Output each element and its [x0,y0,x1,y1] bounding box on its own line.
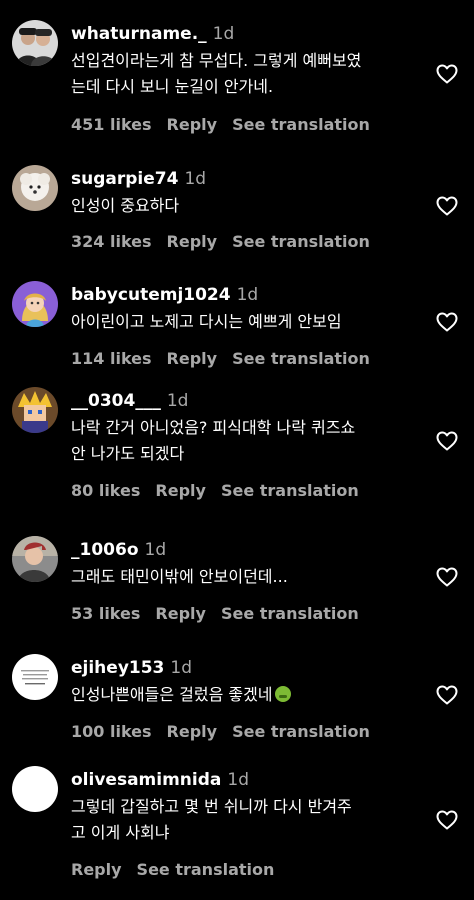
comment-time: 1d [212,24,235,44]
comment-header: _1006o 1d [71,536,421,564]
cartoon-girl-avatar-icon [12,281,58,327]
comment-time: 1d [166,391,189,411]
see-translation-button[interactable]: See translation [137,860,275,879]
user-avatar[interactable] [12,536,58,582]
see-translation-button[interactable]: See translation [232,722,370,741]
username-link[interactable]: sugarpie74 [71,169,178,189]
comment-header: whaturname._ 1d [71,20,421,48]
heart-outline-icon[interactable] [435,62,459,86]
comment-text-line: 안 나가도 되겠다 [71,444,185,463]
comment-text: 인성이 중요하다 [71,193,421,219]
see-translation-button[interactable]: See translation [232,232,370,251]
two-people-photo-avatar-icon [12,20,58,66]
comment-text-line: 그래도 태민이밖에 안보이던데... [71,567,288,586]
comment-actions: 100 likes Reply See translation [71,719,370,745]
comment-time: 1d [227,770,249,790]
user-avatar[interactable] [12,20,58,66]
heart-outline-icon[interactable] [435,310,459,334]
heart-outline-icon[interactable] [435,683,459,707]
reply-button[interactable]: Reply [167,232,218,251]
username-link[interactable]: whaturname._ [71,24,207,44]
comment-header: sugarpie74 1d [71,165,421,193]
user-avatar[interactable] [12,654,58,700]
user-avatar[interactable] [12,766,58,812]
comment-header: babycutemj1024 1d [71,281,421,309]
comment-time: 1d [184,169,207,189]
comment-text: 인성나쁜애들은 걸렀음 좋겠네 [71,682,421,708]
likes-count[interactable]: 100 likes [71,722,152,741]
reply-button[interactable]: Reply [167,115,218,134]
comment-text-line: 그렇데 갑질하고 몇 번 쉬니까 다시 반겨주 [71,797,352,816]
comment-text-line: 아이린이고 노제고 다시는 예쁘게 안보임 [71,312,342,331]
reply-button[interactable]: Reply [155,481,206,500]
reply-button[interactable]: Reply [155,604,206,623]
reply-button[interactable]: Reply [167,722,218,741]
see-translation-button[interactable]: See translation [232,349,370,368]
comment-text-line: 선입견이라는게 참 무섭다. 그렇게 예뻐보였 [71,51,362,70]
comment-text: 아이린이고 노제고 다시는 예쁘게 안보임 [71,309,421,335]
comment-actions: 451 likes Reply See translation [71,112,370,138]
user-avatar[interactable] [12,387,58,433]
comment-text-content: 인성나쁜애들은 걸렀음 좋겠네 [71,685,273,704]
comment-text: 나락 간거 아니었음? 피식대학 나락 퀴즈쇼 안 나가도 되겠다 [71,415,421,467]
photo-avatar-icon [12,536,58,582]
text-logo-avatar-icon [12,654,58,700]
comment-actions: 114 likes Reply See translation [71,346,370,372]
blank-white-avatar-icon [12,766,58,812]
comment-time: 1d [170,658,192,678]
heart-outline-icon[interactable] [435,808,459,832]
comment-text: 그렇데 갑질하고 몇 번 쉬니까 다시 반겨주 고 이게 사회냐 [71,794,421,846]
see-translation-button[interactable]: See translation [232,115,370,134]
heart-outline-icon[interactable] [435,565,459,589]
comment-actions: 324 likes Reply See translation [71,229,370,255]
comment-text: 그래도 태민이밖에 안보이던데... [71,564,421,590]
likes-count[interactable]: 324 likes [71,232,152,251]
pixel-character-avatar-icon [12,387,58,433]
comment-header: ejihey153 1d [71,654,421,682]
username-link[interactable]: __0304___ [71,391,161,411]
see-translation-button[interactable]: See translation [221,604,359,623]
comment-actions: Reply See translation [71,857,274,883]
comment-text-line: 고 이게 사회냐 [71,823,170,842]
comment-time: 1d [144,540,167,560]
heart-outline-icon[interactable] [435,429,459,453]
user-avatar[interactable] [12,165,58,211]
username-link[interactable]: olivesamimnida [71,770,221,790]
username-link[interactable]: ejihey153 [71,658,164,678]
see-translation-button[interactable]: See translation [221,481,359,500]
likes-count[interactable]: 80 likes [71,481,140,500]
user-avatar[interactable] [12,281,58,327]
username-link[interactable]: babycutemj1024 [71,285,231,305]
comment-actions: 80 likes Reply See translation [71,478,359,504]
comment-text: 선입견이라는게 참 무섭다. 그렇게 예뻐보였 는데 다시 보니 눈길이 안가네… [71,48,421,100]
comment-time: 1d [236,285,259,305]
likes-count[interactable]: 53 likes [71,604,140,623]
username-link[interactable]: _1006o [71,540,139,560]
comment-header: __0304___ 1d [71,387,421,415]
comment-header: olivesamimnida 1d [71,766,421,794]
likes-count[interactable]: 451 likes [71,115,152,134]
white-dog-photo-avatar-icon [12,165,58,211]
comment-actions: 53 likes Reply See translation [71,601,359,627]
comment-text-line: 인성나쁜애들은 걸렀음 좋겠네 [71,682,421,708]
comment-text-line: 나락 간거 아니었음? 피식대학 나락 퀴즈쇼 [71,418,356,437]
likes-count[interactable]: 114 likes [71,349,152,368]
comment-text-line: 인성이 중요하다 [71,196,180,215]
nauseated-face-emoji-icon [274,686,291,702]
reply-button[interactable]: Reply [167,349,218,368]
comment-text-line: 는데 다시 보니 눈길이 안가네. [71,77,274,96]
reply-button[interactable]: Reply [71,860,122,879]
heart-outline-icon[interactable] [435,194,459,218]
